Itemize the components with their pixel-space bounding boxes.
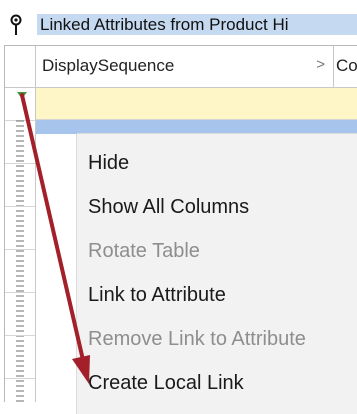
row-divider [5,378,35,379]
menu-item-create-local-link[interactable]: Create Local Link [88,372,244,395]
chevron-right-icon: > [316,56,325,73]
panel-titlebar: Linked Attributes from Product Hi [0,0,357,35]
menu-item-rotate-table[interactable]: Rotate Table [88,240,200,263]
menu-item-show-all-columns[interactable]: Show All Columns [88,196,249,219]
new-row-indicator[interactable] [5,88,36,121]
row-divider [5,335,35,336]
menu-item-link-to-attribute[interactable]: Link to Attribute [88,284,226,307]
column-header-displaysequence[interactable]: DisplaySequence > [36,46,334,87]
new-row[interactable] [5,88,357,121]
row-divider [5,249,35,250]
row-divider [5,206,35,207]
selected-row[interactable] [36,120,357,134]
pin-icon[interactable] [9,14,23,36]
context-menu: Hide Show All Columns Rotate Table Link … [77,134,357,414]
column-header-next[interactable]: Co [334,46,357,87]
new-row-cell[interactable] [36,88,357,120]
panel-title: Linked Attributes from Product Hi [40,15,289,34]
menu-item-hide[interactable]: Hide [88,152,129,175]
row-divider [5,292,35,293]
grid-header-row: DisplaySequence > Co [5,46,357,88]
column-header-label: Co [336,56,357,75]
menu-item-remove-link-to-attribute[interactable]: Remove Link to Attribute [88,328,306,351]
grid-corner-cell[interactable] [5,46,36,87]
column-header-label: DisplaySequence [42,56,175,75]
row-divider [5,163,35,164]
new-row-icon [17,92,27,99]
